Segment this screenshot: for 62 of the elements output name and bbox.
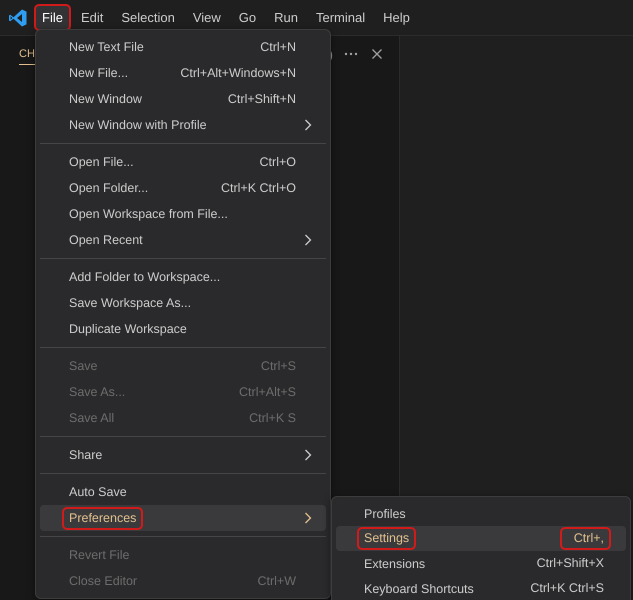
menu-item[interactable]: Settings Ctrl+, bbox=[336, 526, 626, 551]
menu-label: New File... bbox=[69, 66, 128, 80]
menu-label: Save All bbox=[69, 411, 114, 425]
menu-bar-item[interactable]: View bbox=[184, 4, 229, 31]
menu-label: Auto Save bbox=[69, 485, 127, 499]
menu-label: Open Recent bbox=[69, 233, 143, 247]
menu-label: Save bbox=[69, 359, 98, 373]
menu-label: New Window with Profile bbox=[69, 118, 207, 132]
menu-bar-item[interactable]: Help bbox=[375, 4, 418, 31]
menu-item[interactable]: Keyboard Shortcuts Ctrl+K Ctrl+S bbox=[336, 576, 626, 600]
menu-item[interactable]: Open Workspace from File... bbox=[40, 201, 326, 227]
menu-bar-item[interactable]: Selection bbox=[113, 4, 183, 31]
menu-item[interactable]: New File... Ctrl+Alt+Windows+N bbox=[40, 60, 326, 86]
shortcut-label: Ctrl+K Ctrl+O bbox=[220, 180, 296, 196]
menu-label: Keyboard Shortcuts bbox=[364, 582, 474, 596]
menu-bar-item[interactable]: Terminal bbox=[308, 4, 374, 31]
menu-item[interactable]: Save Workspace As... bbox=[40, 290, 326, 316]
menu-bar-item[interactable]: Run bbox=[266, 4, 306, 31]
menu-label: Add Folder to Workspace... bbox=[69, 270, 220, 284]
menu-item[interactable]: New Text File Ctrl+N bbox=[40, 34, 326, 60]
shortcut-label: Ctrl+K Ctrl+S bbox=[530, 581, 604, 596]
shortcut-label: Ctrl+Alt+S bbox=[239, 384, 296, 400]
menu-item[interactable]: Profiles bbox=[336, 501, 626, 526]
shortcut-label: Ctrl+Shift+N bbox=[228, 92, 296, 106]
menu-item[interactable]: Preferences bbox=[40, 505, 326, 531]
highlighted-label: Settings bbox=[357, 527, 416, 550]
menu-label: Open Folder... bbox=[69, 181, 148, 195]
menu-label: Share bbox=[69, 448, 102, 462]
menu-item[interactable]: Extensions Ctrl+Shift+X bbox=[336, 551, 626, 576]
menu-label: Extensions bbox=[364, 556, 426, 570]
app-logo-icon[interactable] bbox=[8, 8, 28, 28]
menu-label: Profiles bbox=[364, 506, 406, 520]
shortcut-label: Ctrl+Shift+X bbox=[536, 556, 604, 571]
menu-label: Open Workspace from File... bbox=[69, 207, 228, 221]
menu-item[interactable]: Share bbox=[40, 442, 326, 468]
menu-label: Duplicate Workspace bbox=[69, 322, 187, 336]
menu-item[interactable]: Add Folder to Workspace... bbox=[40, 264, 326, 290]
menu-label: Revert File bbox=[69, 548, 130, 562]
shortcut-label: Ctrl+O bbox=[260, 154, 296, 170]
menu-item[interactable]: Open Recent bbox=[40, 227, 326, 253]
highlighted-label: Preferences bbox=[62, 506, 144, 530]
menu-bar-item[interactable]: File bbox=[34, 4, 71, 31]
shortcut-label: Ctrl+N bbox=[260, 40, 296, 54]
menu-label: Save As... bbox=[69, 385, 126, 399]
menu-item[interactable]: New Window with Profile bbox=[40, 112, 326, 138]
menu-label: Save Workspace As... bbox=[69, 296, 192, 310]
menu-label: Open File... bbox=[69, 155, 134, 169]
menu-label: New Window bbox=[69, 92, 142, 106]
menu-item[interactable]: Open File... Ctrl+O bbox=[40, 149, 326, 175]
menu-label: Close Editor bbox=[69, 574, 138, 588]
highlighted-shortcut: Ctrl+, bbox=[560, 527, 611, 550]
menu-item[interactable]: Open Folder... Ctrl+K Ctrl+O bbox=[40, 175, 326, 201]
menu-item[interactable]: New Window Ctrl+Shift+N bbox=[40, 86, 326, 112]
menu-bar-item[interactable]: Edit bbox=[72, 4, 112, 31]
shortcut-label: Ctrl+Alt+Windows+N bbox=[180, 66, 296, 80]
shortcut-label: Ctrl+W bbox=[257, 574, 296, 588]
menu-item[interactable]: Auto Save bbox=[40, 479, 326, 505]
menu-bar-item[interactable]: Go bbox=[230, 4, 264, 31]
shortcut-label: Ctrl+K S bbox=[249, 410, 296, 426]
shortcut-label: Ctrl+S bbox=[260, 358, 296, 374]
menu-item[interactable]: Duplicate Workspace bbox=[40, 316, 326, 342]
menu-label: New Text File bbox=[69, 40, 144, 54]
